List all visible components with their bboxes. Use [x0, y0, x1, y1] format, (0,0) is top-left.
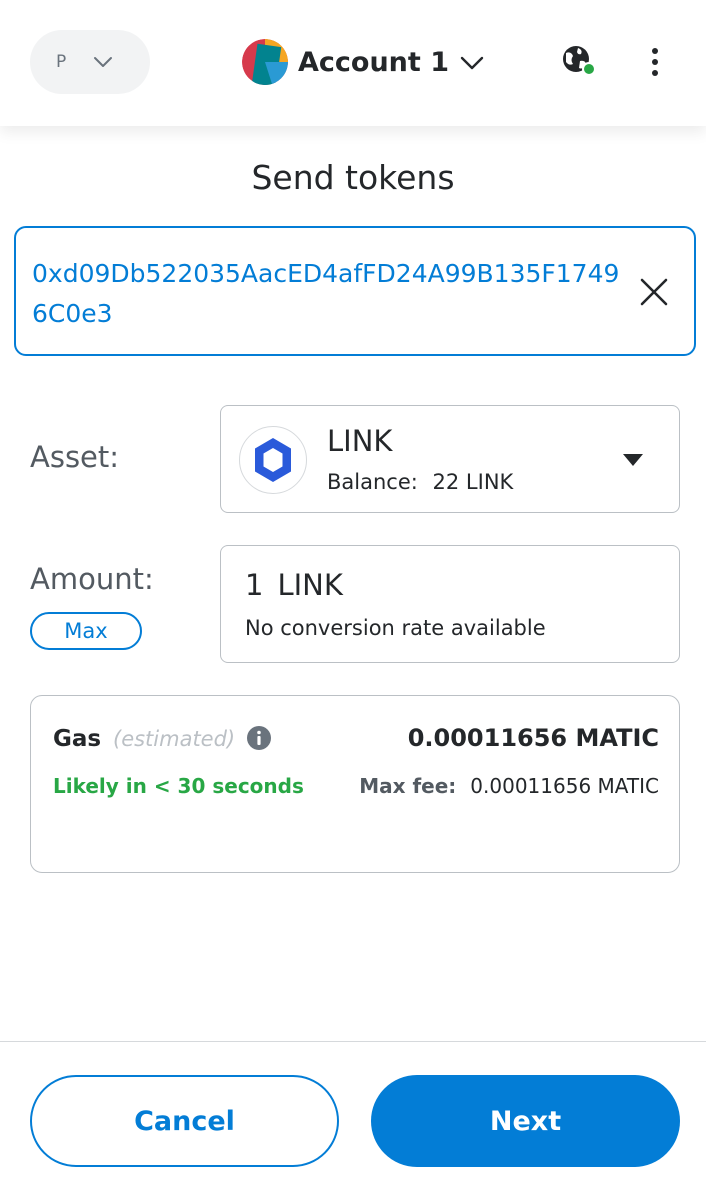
recipient-field[interactable]: 0xd09Db522035AacED4afFD24A99B135F17496C0… — [14, 226, 696, 356]
globe-icon[interactable] — [561, 44, 597, 78]
next-button[interactable]: Next — [371, 1075, 680, 1167]
max-fee-label: Max fee: — [359, 774, 457, 798]
amount-value-row: 1 LINK — [245, 568, 343, 602]
caret-down-icon — [623, 454, 643, 466]
network-selector[interactable]: P — [30, 30, 150, 94]
amount-unit: LINK — [277, 568, 343, 602]
app-header: P Account 1 — [0, 0, 706, 126]
kebab-menu-icon[interactable] — [643, 46, 667, 78]
link-token-icon — [239, 426, 307, 494]
close-icon[interactable] — [638, 276, 670, 308]
account-name: Account 1 — [298, 46, 449, 78]
gas-total: 0.00011656 MATIC — [407, 724, 659, 752]
recipient-address[interactable]: 0xd09Db522035AacED4afFD24A99B135F17496C0… — [32, 254, 622, 334]
conversion-text: No conversion rate available — [245, 616, 546, 640]
footer-divider — [0, 1041, 706, 1042]
gas-time-estimate: Likely in < 30 seconds — [53, 774, 304, 798]
info-icon[interactable] — [247, 726, 271, 750]
account-selector[interactable]: Account 1 — [242, 38, 485, 86]
balance-label: Balance: — [327, 470, 418, 494]
amount-input[interactable]: 1 LINK No conversion rate available — [220, 545, 680, 663]
account-avatar — [242, 39, 288, 85]
chevron-down-icon — [94, 57, 112, 67]
chainlink-hexagon-icon — [255, 438, 291, 482]
page-title: Send tokens — [251, 158, 455, 197]
balance-value: 22 LINK — [432, 470, 514, 494]
max-fee-value: 0.00011656 MATIC — [470, 774, 659, 798]
amount-value[interactable]: 1 — [245, 568, 263, 602]
gas-estimated-label: (estimated) — [113, 727, 236, 751]
amount-label: Amount: — [30, 562, 154, 596]
chevron-down-icon — [460, 56, 484, 70]
network-initial: P — [56, 52, 67, 72]
max-fee: Max fee: 0.00011656 MATIC — [359, 774, 659, 798]
gas-fee-panel: Gas (estimated) 0.00011656 MATIC Likely … — [30, 695, 680, 873]
asset-balance: Balance: 22 LINK — [327, 470, 513, 494]
asset-label: Asset: — [30, 440, 120, 474]
cancel-button[interactable]: Cancel — [30, 1075, 339, 1167]
asset-selector[interactable]: LINK Balance: 22 LINK — [220, 405, 680, 513]
max-button[interactable]: Max — [30, 612, 142, 650]
gas-title: Gas — [53, 726, 102, 752]
asset-symbol: LINK — [327, 424, 393, 458]
